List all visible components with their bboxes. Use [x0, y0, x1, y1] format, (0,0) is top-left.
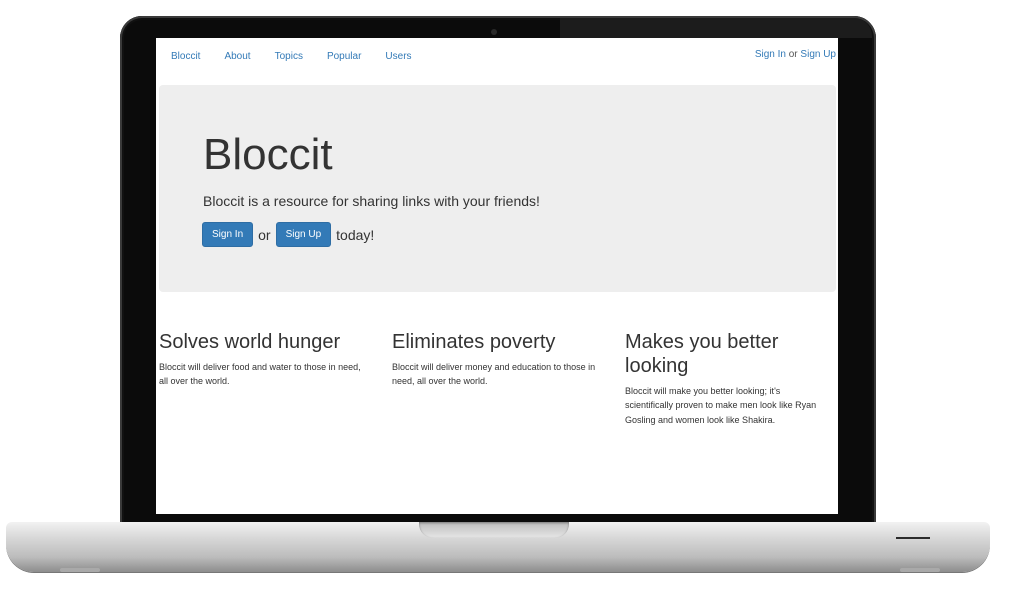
feature-text: Bloccit will deliver money and education… — [392, 362, 596, 387]
feature-title: Makes you better looking — [625, 331, 779, 377]
nav-auth: Sign In or Sign Up — [755, 49, 836, 60]
sign-up-button[interactable]: Sign Up — [275, 222, 332, 247]
laptop-foot-right — [900, 568, 940, 572]
nav-sign-up-link[interactable]: Sign Up — [800, 49, 836, 60]
nav-users-link[interactable]: Users — [385, 51, 411, 62]
nav-or-text: or — [788, 49, 798, 60]
laptop-foot-left — [60, 568, 100, 572]
camera-icon — [491, 29, 497, 35]
nav-links: Bloccit About Topics Popular Users — [171, 51, 412, 62]
feature-title: Eliminates poverty — [392, 331, 556, 353]
hero-actions: Sign In or Sign Up today! — [202, 222, 379, 247]
feature-looking: Makes you better looking Bloccit will ma… — [625, 330, 830, 427]
browser-screen: Bloccit About Topics Popular Users Sign … — [156, 38, 838, 514]
nav-popular-link[interactable]: Popular — [327, 51, 361, 62]
lid-glare — [560, 18, 872, 38]
nav-about-link[interactable]: About — [224, 51, 250, 62]
sign-in-button[interactable]: Sign In — [202, 222, 254, 247]
nav-topics-link[interactable]: Topics — [275, 51, 303, 62]
page-title: Bloccit — [203, 130, 333, 179]
or-text: or — [258, 226, 271, 243]
nav-brand-link[interactable]: Bloccit — [171, 51, 200, 62]
feature-hunger: Solves world hunger Bloccit will deliver… — [159, 330, 369, 389]
nav-sign-in-link[interactable]: Sign In — [755, 49, 786, 60]
feature-text: Bloccit will make you better looking; it… — [625, 386, 817, 425]
laptop-notch — [419, 522, 569, 538]
today-text: today! — [336, 226, 375, 243]
status-led — [896, 537, 930, 539]
jumbotron: Bloccit Bloccit is a resource for sharin… — [159, 85, 836, 292]
navbar: Bloccit About Topics Popular Users Sign … — [156, 38, 838, 74]
lead-text: Bloccit is a resource for sharing links … — [203, 193, 540, 209]
feature-text: Bloccit will deliver food and water to t… — [159, 362, 361, 387]
feature-poverty: Eliminates poverty Bloccit will deliver … — [392, 330, 602, 389]
feature-title: Solves world hunger — [159, 331, 341, 353]
